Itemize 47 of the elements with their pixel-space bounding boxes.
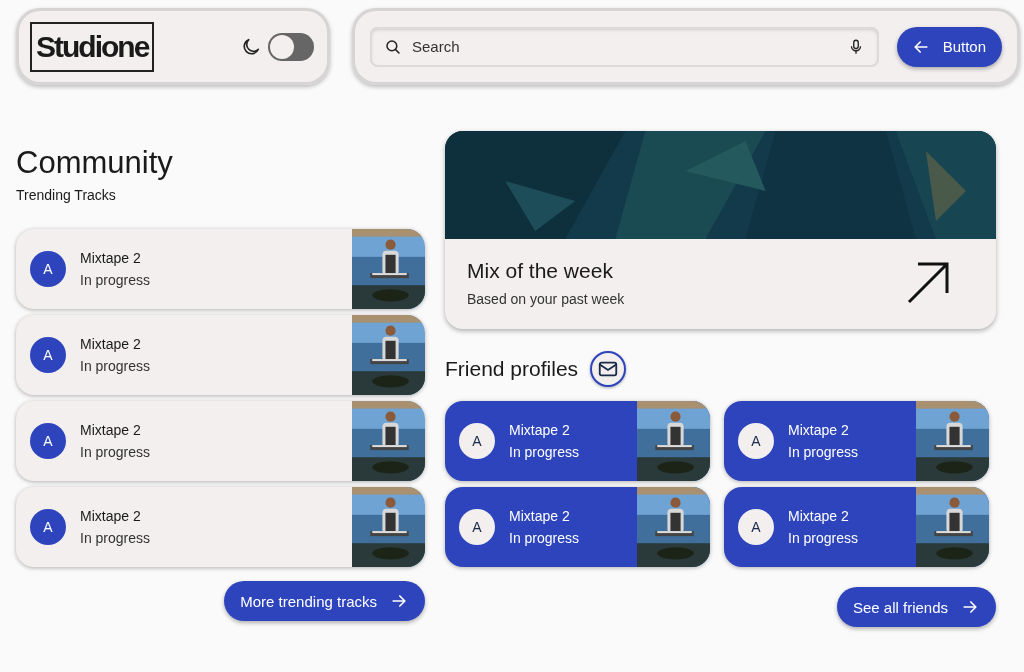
logo[interactable]: Studione bbox=[30, 21, 155, 72]
feature-card[interactable]: Mix of the week Based on your past week bbox=[445, 131, 996, 329]
friend-name: Mixtape 2 bbox=[509, 422, 571, 438]
section-title: Community bbox=[16, 145, 174, 181]
friend-status: In progress bbox=[509, 444, 581, 460]
track-title: Mixtape 2 bbox=[80, 336, 142, 352]
more-tracks-button[interactable]: More trending tracks bbox=[224, 581, 425, 621]
friend-card[interactable]: A Mixtape 2 In progress bbox=[724, 487, 989, 567]
track-status: In progress bbox=[80, 358, 152, 374]
dark-mode-switch[interactable] bbox=[268, 32, 314, 61]
friend-name: Mixtape 2 bbox=[788, 508, 850, 524]
search-field[interactable]: Search bbox=[410, 37, 839, 56]
back-button[interactable]: Button bbox=[896, 26, 1002, 67]
friend-card[interactable]: A Mixtape 2 In progress bbox=[724, 401, 989, 481]
avatar: A bbox=[738, 423, 774, 459]
track-title: Mixtape 2 bbox=[80, 250, 142, 266]
friend-card[interactable]: A Mixtape 2 In progress bbox=[445, 487, 710, 567]
friend-name: Mixtape 2 bbox=[509, 508, 571, 524]
track-status: In progress bbox=[80, 530, 152, 546]
track-card[interactable]: A Mixtape 2 In progress bbox=[16, 315, 425, 395]
section-subtitle: Trending Tracks bbox=[16, 187, 117, 203]
see-all-friends-button[interactable]: See all friends bbox=[836, 587, 996, 627]
feature-subtitle: Based on your past week bbox=[467, 291, 625, 307]
friend-status: In progress bbox=[788, 444, 860, 460]
avatar: A bbox=[459, 509, 495, 545]
avatar: A bbox=[30, 337, 66, 373]
avatar: A bbox=[30, 423, 66, 459]
friend-name: Mixtape 2 bbox=[788, 422, 850, 438]
mail-button[interactable] bbox=[590, 351, 627, 387]
avatar: A bbox=[30, 251, 66, 287]
search-icon bbox=[384, 37, 402, 56]
track-title: Mixtape 2 bbox=[80, 422, 142, 438]
track-card[interactable]: A Mixtape 2 In progress bbox=[16, 401, 425, 481]
friend-status: In progress bbox=[788, 530, 860, 546]
track-status: In progress bbox=[80, 444, 152, 460]
arrow-up-right-icon[interactable] bbox=[906, 261, 950, 305]
friend-status: In progress bbox=[509, 530, 581, 546]
track-card[interactable]: A Mixtape 2 In progress bbox=[16, 229, 425, 309]
avatar: A bbox=[30, 509, 66, 545]
avatar: A bbox=[459, 423, 495, 459]
track-card[interactable]: A Mixtape 2 In progress bbox=[16, 487, 425, 567]
avatar: A bbox=[738, 509, 774, 545]
track-title: Mixtape 2 bbox=[80, 508, 142, 524]
section-title: Friend profiles bbox=[445, 357, 579, 381]
track-status: In progress bbox=[80, 272, 152, 288]
friend-card[interactable]: A Mixtape 2 In progress bbox=[445, 401, 710, 481]
feature-title: Mix of the week bbox=[467, 259, 614, 283]
